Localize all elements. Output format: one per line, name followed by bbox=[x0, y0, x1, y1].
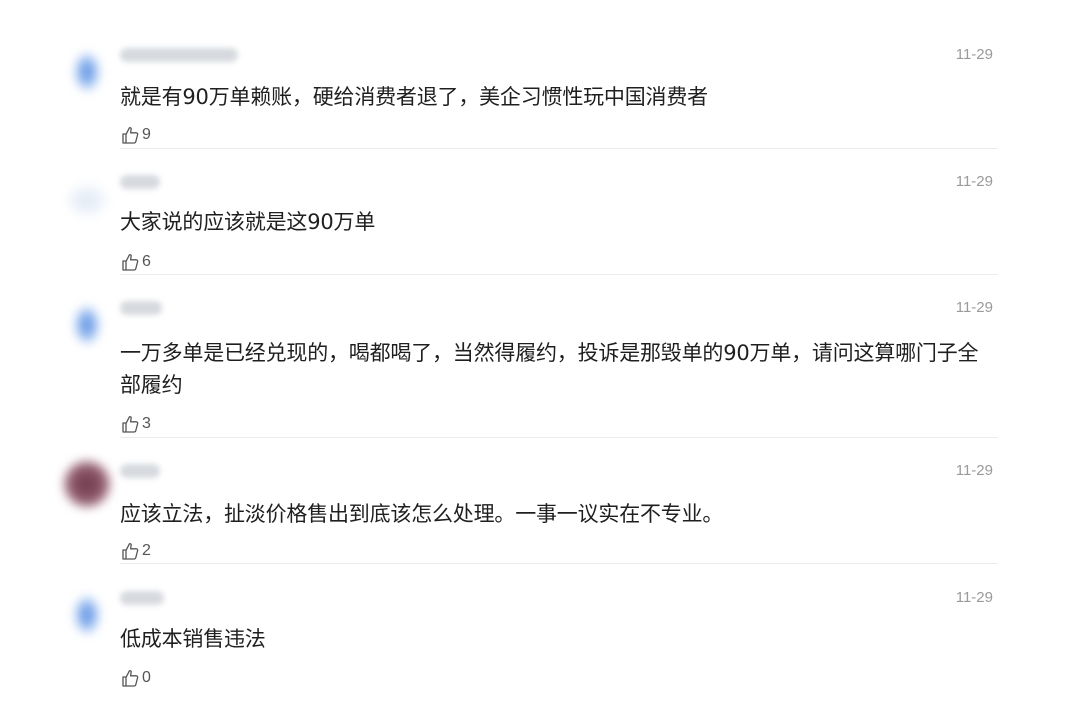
comment-text: 低成本销售违法 bbox=[120, 627, 266, 651]
like-count: 3 bbox=[142, 415, 151, 432]
avatar[interactable] bbox=[64, 591, 110, 637]
username-blurred[interactable] bbox=[120, 301, 162, 315]
like-count: 0 bbox=[142, 669, 151, 686]
comment-date: 11-29 bbox=[955, 589, 993, 606]
comment-date: 11-29 bbox=[955, 299, 993, 316]
like-count: 2 bbox=[142, 542, 151, 559]
like-button[interactable]: 2 bbox=[120, 541, 151, 561]
thumbs-up-icon bbox=[122, 416, 139, 433]
thumbs-up-icon bbox=[122, 543, 139, 560]
thumbs-up-icon bbox=[122, 670, 139, 687]
comment-text: 就是有90万单赖账，硬给消费者退了，美企习惯性玩中国消费者 bbox=[120, 85, 708, 109]
comment-list: 11-29 就是有90万单赖账，硬给消费者退了，美企习惯性玩中国消费者 9 11… bbox=[0, 0, 1080, 709]
username-blurred[interactable] bbox=[120, 591, 164, 605]
thumbs-up-icon bbox=[122, 127, 139, 144]
avatar[interactable] bbox=[64, 461, 110, 507]
comment-text: 应该立法，扯淡价格售出到底该怎么处理。一事一议实在不专业。 bbox=[120, 502, 724, 526]
divider bbox=[120, 563, 998, 564]
like-count: 9 bbox=[142, 126, 151, 143]
divider bbox=[120, 274, 998, 275]
comment-date: 11-29 bbox=[955, 173, 993, 190]
like-count: 6 bbox=[142, 253, 151, 270]
like-button[interactable]: 9 bbox=[120, 125, 151, 145]
comment-date: 11-29 bbox=[955, 462, 993, 479]
username-blurred[interactable] bbox=[120, 175, 160, 189]
avatar[interactable] bbox=[64, 301, 110, 347]
comment-date: 11-29 bbox=[955, 46, 993, 63]
username-blurred[interactable] bbox=[120, 464, 160, 478]
like-button[interactable]: 0 bbox=[120, 668, 151, 688]
like-button[interactable]: 6 bbox=[120, 252, 151, 272]
avatar[interactable] bbox=[64, 48, 110, 94]
username-blurred[interactable] bbox=[120, 48, 238, 62]
thumbs-up-icon bbox=[122, 254, 139, 271]
divider bbox=[120, 148, 998, 149]
avatar[interactable] bbox=[64, 175, 110, 221]
comment-text: 大家说的应该就是这90万单 bbox=[120, 210, 376, 234]
like-button[interactable]: 3 bbox=[120, 414, 151, 434]
divider bbox=[120, 437, 998, 438]
comment-text: 一万多单是已经兑现的，喝都喝了，当然得履约，投诉是那毁单的90万单，请问这算哪门… bbox=[120, 341, 979, 397]
